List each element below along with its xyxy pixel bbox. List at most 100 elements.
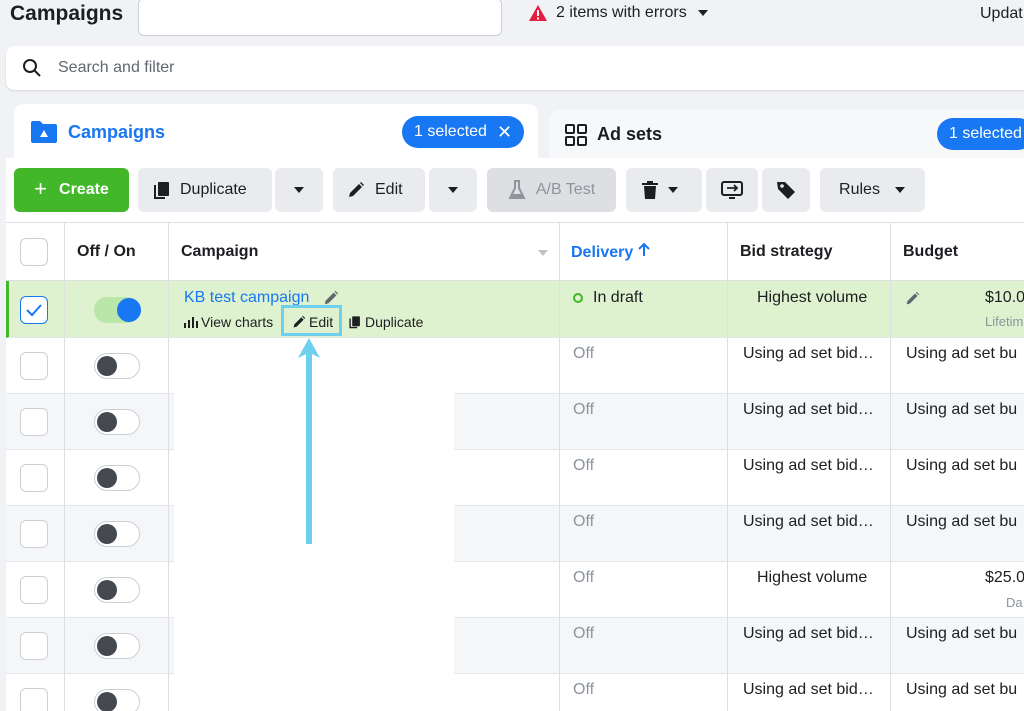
edit-label: Edit [375,181,403,198]
search-icon [23,59,41,77]
delivery-status: Off [573,401,595,418]
edit-button[interactable]: Edit [333,168,425,212]
delivery-status: Off [573,681,595,698]
beaker-icon [508,180,526,199]
bid-strategy: Highest volume [757,289,868,306]
errors-dropdown[interactable]: 2 items with errors [528,4,717,22]
edit-highlight-box [281,305,342,336]
column-delivery[interactable]: Delivery [571,242,650,262]
pencil-icon[interactable] [905,291,920,306]
compare-button[interactable] [706,168,758,212]
budget-value: Using ad set bu [906,681,1018,698]
row-checkbox[interactable] [20,632,48,660]
column-off-on[interactable]: Off / On [77,243,136,261]
duplicate-icon [154,182,169,199]
table-row[interactable] [6,281,1024,338]
tab-campaigns-label: Campaigns [68,122,166,142]
bid-strategy: Using ad set bid… [743,681,874,698]
budget-value: Using ad set bu [906,513,1018,530]
campaign-toggle[interactable] [94,409,140,435]
select-all-checkbox[interactable] [20,238,48,266]
checkmark-icon [26,304,42,317]
selected-count-badge[interactable]: 1 selected [937,118,1024,150]
tag-icon [777,182,795,199]
bid-strategy: Highest volume [757,569,868,586]
create-button[interactable]: + Create [14,168,129,212]
search-bar [6,46,1024,90]
campaign-toggle[interactable] [94,577,140,603]
row-checkbox[interactable] [20,296,48,324]
campaign-toggle[interactable] [94,521,140,547]
chevron-down-icon [668,187,678,193]
draft-status-icon [573,293,583,303]
rules-label: Rules [839,181,880,198]
tab-campaigns[interactable]: Campaigns 1 selected ✕ [14,104,538,164]
delivery-status: In draft [593,289,643,306]
column-bid-strategy[interactable]: Bid strategy [740,243,832,261]
delivery-status: Off [573,513,595,530]
duplicate-link[interactable]: Duplicate [348,314,423,330]
budget-type: Da [1006,595,1023,610]
bid-strategy: Using ad set bid… [743,401,874,418]
column-campaign[interactable]: Campaign [181,243,258,261]
bid-strategy: Using ad set bid… [743,345,874,362]
tab-ad-sets[interactable]: Ad sets 1 selected [549,110,1024,164]
campaign-toggle[interactable] [94,633,140,659]
edit-dropdown-button[interactable] [429,168,477,212]
toggle-knob [97,636,117,656]
toggle-knob [97,580,117,600]
ab-test-label: A/B Test [535,181,596,198]
row-checkbox[interactable] [20,352,48,380]
view-charts-label: View charts [201,314,274,330]
tab-ad-sets-label: Ad sets [597,124,663,144]
view-charts-link[interactable]: View charts [184,314,273,330]
row-checkbox[interactable] [20,688,48,711]
chevron-down-icon [448,187,458,193]
delivery-status: Off [573,625,595,642]
duplicate-button[interactable]: Duplicate [138,168,272,212]
row-checkbox[interactable] [20,576,48,604]
bid-strategy: Using ad set bid… [743,625,874,642]
sort-arrow-up-icon [638,242,650,256]
bid-strategy: Using ad set bid… [743,513,874,530]
rename-pencil-icon[interactable] [323,290,339,306]
delivery-status: Off [573,569,595,586]
account-selector[interactable] [138,0,502,36]
row-checkbox[interactable] [20,408,48,436]
column-divider [168,222,169,711]
campaign-toggle[interactable] [94,689,140,711]
campaign-toggle[interactable] [94,353,140,379]
ab-test-button[interactable]: A/B Test [487,168,616,212]
search-input[interactable] [58,54,658,82]
budget-type: Lifetim [985,314,1024,329]
toggle-knob [117,298,141,322]
toggle-knob [97,468,117,488]
delete-button[interactable] [626,168,702,212]
selected-count-badge[interactable]: 1 selected ✕ [402,116,525,148]
create-label: Create [59,181,109,198]
selected-count-label: 1 selected [414,123,487,140]
column-divider [727,222,728,711]
delivery-status: Off [573,457,595,474]
budget-value: $10.0 [985,289,1024,306]
campaign-toggle[interactable] [94,465,140,491]
bar-chart-icon [184,317,198,328]
table-header: Off / On Campaign Delivery Bid strategy … [6,222,1024,281]
sort-caret-icon[interactable] [538,250,548,256]
plus-icon: + [34,176,48,201]
row-checkbox[interactable] [20,464,48,492]
campaign-toggle[interactable] [94,297,141,323]
tag-button[interactable] [762,168,810,212]
duplicate-link-label: Duplicate [365,314,424,330]
toggle-knob [97,692,117,711]
duplicate-label: Duplicate [180,181,247,198]
rules-button[interactable]: Rules [820,168,925,212]
update-status: Updat [980,5,1023,22]
top-bar: Campaigns 2 items with errors Updat [0,0,1024,36]
toggle-knob [97,524,117,544]
duplicate-dropdown-button[interactable] [275,168,323,212]
table-row[interactable] [6,562,1024,618]
row-checkbox[interactable] [20,520,48,548]
column-budget[interactable]: Budget [903,243,958,261]
close-icon[interactable]: ✕ [497,122,512,143]
